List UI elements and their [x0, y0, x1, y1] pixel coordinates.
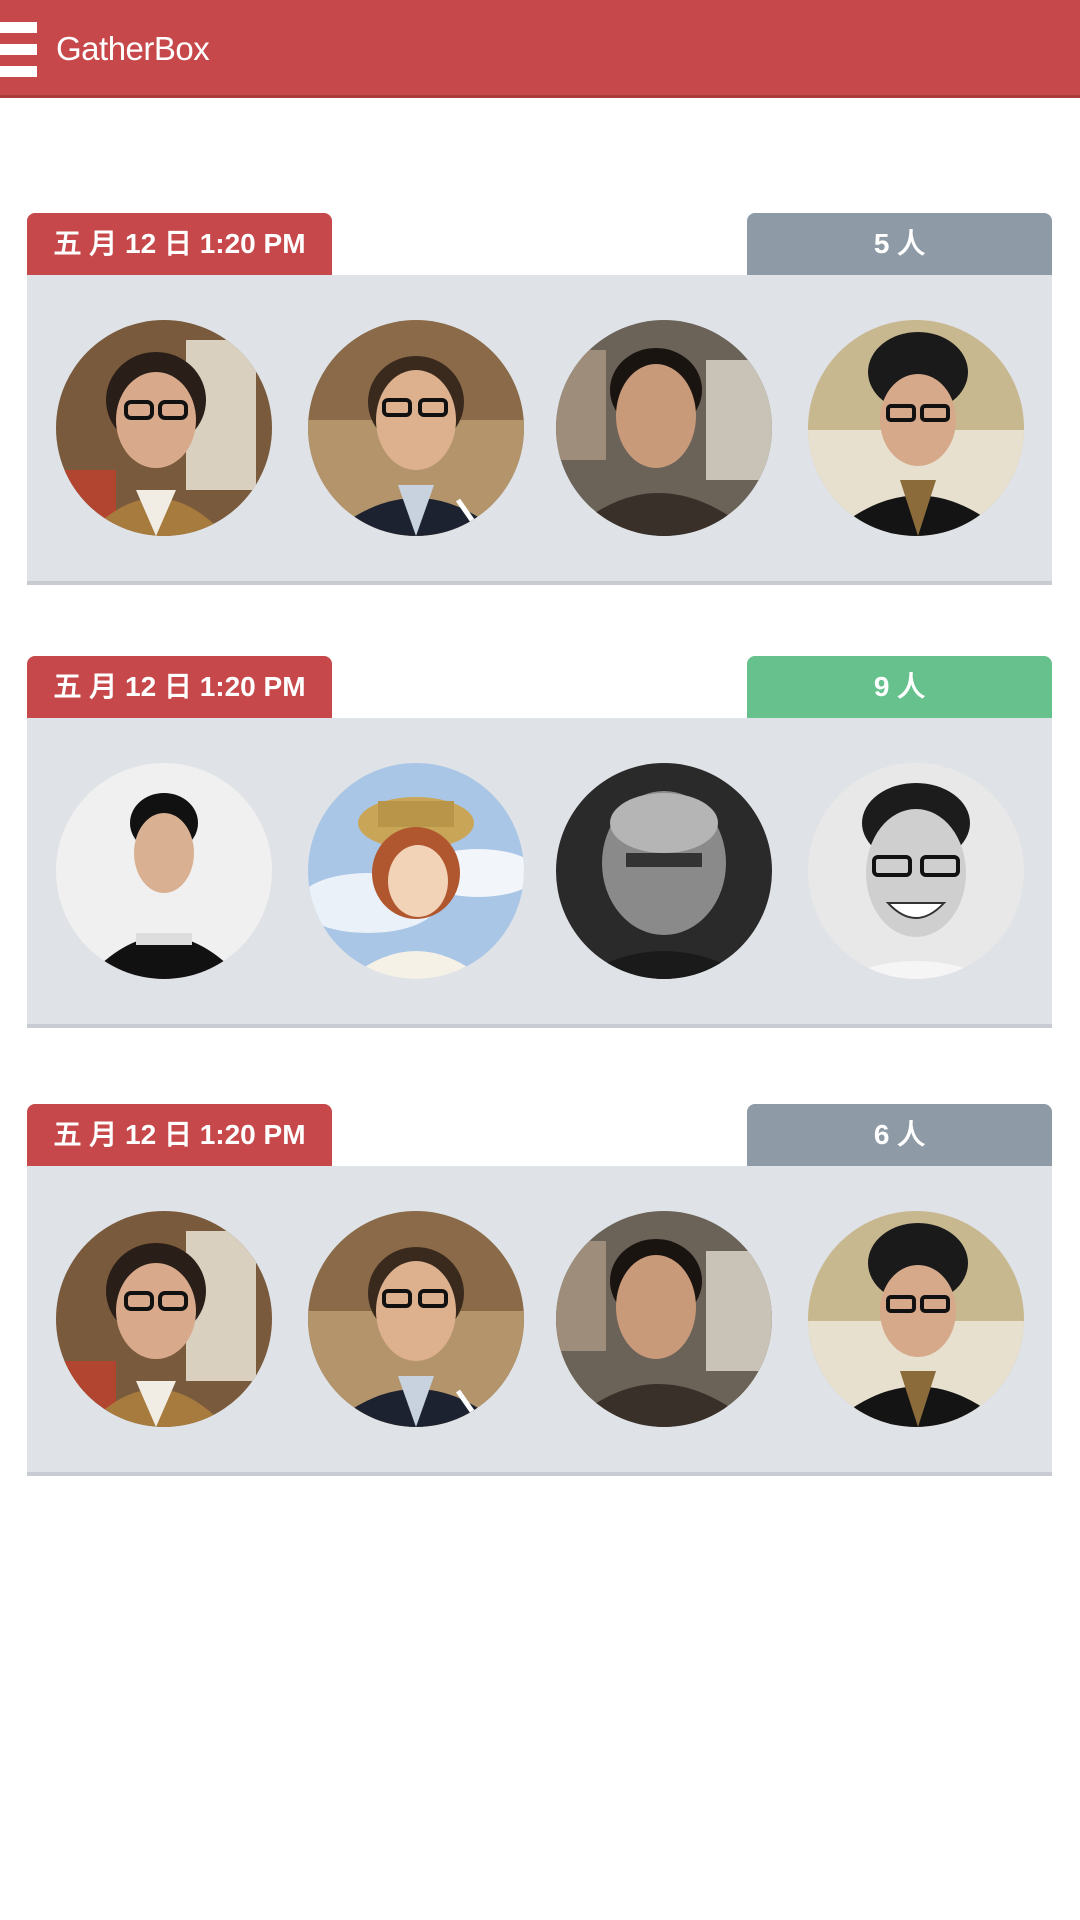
- event-card[interactable]: 五 月 12 日 1:20 PM 6 人: [27, 1104, 1052, 1476]
- avatar[interactable]: [308, 320, 524, 536]
- avatar[interactable]: [308, 763, 524, 979]
- app-title: GatherBox: [56, 30, 210, 67]
- attendee-panel: [27, 718, 1052, 1028]
- event-date-label[interactable]: 五 月 12 日 1:20 PM: [27, 656, 332, 718]
- avatar[interactable]: [808, 1211, 1024, 1427]
- avatar[interactable]: [56, 1211, 272, 1427]
- avatar[interactable]: [556, 320, 772, 536]
- avatar[interactable]: [556, 763, 772, 979]
- event-date-label[interactable]: 五 月 12 日 1:20 PM: [27, 1104, 332, 1166]
- attendee-count-badge[interactable]: 6 人: [747, 1104, 1052, 1166]
- avatar[interactable]: [56, 763, 272, 979]
- attendee-count-badge[interactable]: 5 人: [747, 213, 1052, 275]
- avatar[interactable]: [56, 320, 272, 536]
- hamburger-menu-icon[interactable]: [0, 22, 37, 77]
- event-card[interactable]: 五 月 12 日 1:20 PM 9 人: [27, 656, 1052, 1028]
- avatar[interactable]: [808, 320, 1024, 536]
- avatar[interactable]: [308, 1211, 524, 1427]
- attendee-count-badge[interactable]: 9 人: [747, 656, 1052, 718]
- avatar[interactable]: [808, 763, 1024, 979]
- attendee-panel: [27, 1166, 1052, 1476]
- attendee-panel: [27, 275, 1052, 585]
- event-card[interactable]: 五 月 12 日 1:20 PM 5 人: [27, 213, 1052, 585]
- avatar[interactable]: [556, 1211, 772, 1427]
- event-date-label[interactable]: 五 月 12 日 1:20 PM: [27, 213, 332, 275]
- app-header: GatherBox: [0, 0, 1080, 98]
